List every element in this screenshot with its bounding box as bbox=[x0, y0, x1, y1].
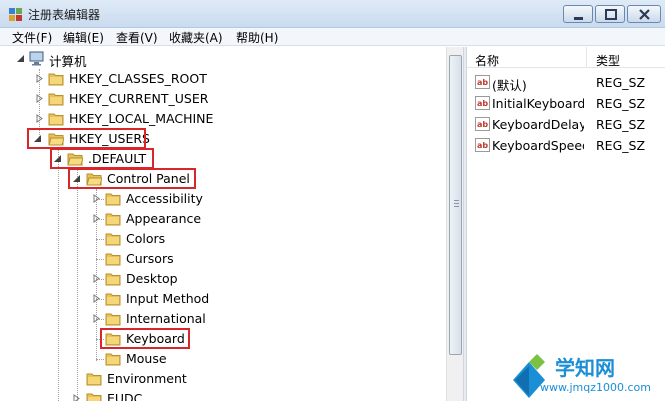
title-bar: 注册表编辑器 bbox=[0, 0, 665, 28]
tree-node-label: Environment bbox=[107, 371, 187, 386]
tree-node-mouse[interactable]: Mouse bbox=[0, 349, 260, 369]
tree-node-label: EUDC bbox=[107, 391, 143, 401]
tree-node-accessibility[interactable]: Accessibility bbox=[0, 189, 260, 209]
scrollbar-thumb[interactable] bbox=[449, 55, 462, 355]
regedit-app-icon bbox=[9, 8, 22, 21]
menu-view[interactable]: 查看(V) bbox=[116, 29, 158, 46]
tree-node-label: Mouse bbox=[126, 351, 167, 366]
collapsed-arrow-icon[interactable] bbox=[92, 294, 101, 303]
value-row[interactable]: ab KeyboardDelay REG_SZ bbox=[467, 114, 665, 135]
highlight-box-keyboard bbox=[100, 328, 190, 349]
value-type: REG_SZ bbox=[596, 96, 646, 111]
folder-icon bbox=[105, 193, 121, 206]
highlight-box-hkey-users bbox=[27, 128, 146, 149]
close-icon bbox=[639, 9, 650, 20]
folder-icon bbox=[86, 373, 102, 386]
collapsed-arrow-icon[interactable] bbox=[35, 114, 44, 123]
tree-node-desktop[interactable]: Desktop bbox=[0, 269, 260, 289]
menu-file[interactable]: 文件(F) bbox=[12, 29, 52, 46]
folder-icon bbox=[105, 253, 121, 266]
collapsed-arrow-icon[interactable] bbox=[92, 214, 101, 223]
tree-node-international[interactable]: International bbox=[0, 309, 260, 329]
tree-node-computer[interactable]: 计算机 bbox=[0, 49, 200, 69]
value-row[interactable]: ab (默认) REG_SZ bbox=[467, 72, 665, 93]
tree-node-appearance[interactable]: Appearance bbox=[0, 209, 260, 229]
expanded-arrow-icon[interactable] bbox=[16, 54, 25, 63]
tree-node-label: Cursors bbox=[126, 251, 174, 266]
tree-node-label: Appearance bbox=[126, 211, 202, 226]
value-name: KeyboardDelay bbox=[492, 117, 584, 132]
minimize-icon bbox=[574, 17, 583, 20]
collapsed-arrow-icon[interactable] bbox=[92, 194, 101, 203]
tree-node-label: Desktop bbox=[126, 271, 178, 286]
tree-node-label: 计算机 bbox=[49, 54, 87, 69]
menu-help[interactable]: 帮助(H) bbox=[236, 29, 278, 46]
folder-icon bbox=[105, 233, 121, 246]
tree-node-eudc[interactable]: EUDC bbox=[0, 389, 260, 401]
registry-tree[interactable]: 计算机 HKEY_CLASSES_ROOT HKEY_CURRENT_USER … bbox=[0, 47, 446, 401]
folder-icon bbox=[48, 73, 64, 86]
value-name: KeyboardSpeed bbox=[492, 138, 584, 153]
folder-icon bbox=[48, 113, 64, 126]
tree-node-label: HKEY_CLASSES_ROOT bbox=[69, 71, 207, 86]
tree-node-colors[interactable]: Colors bbox=[0, 229, 260, 249]
string-value-icon: ab bbox=[475, 138, 490, 152]
value-type: REG_SZ bbox=[596, 117, 646, 132]
collapsed-arrow-icon[interactable] bbox=[35, 74, 44, 83]
svg-text:ab: ab bbox=[477, 99, 488, 108]
computer-icon bbox=[29, 51, 44, 66]
column-header-type[interactable]: 类型 bbox=[587, 47, 665, 68]
tree-node-input-method[interactable]: Input Method bbox=[0, 289, 260, 309]
value-type: REG_SZ bbox=[596, 138, 646, 153]
scrollbar-grip bbox=[454, 200, 459, 201]
tree-node-cursors[interactable]: Cursors bbox=[0, 249, 260, 269]
tree-node-label: Colors bbox=[126, 231, 166, 246]
highlight-box-default bbox=[50, 148, 154, 169]
svg-text:ab: ab bbox=[477, 78, 488, 87]
tree-node-label: Input Method bbox=[126, 291, 210, 306]
column-header-name[interactable]: 名称 bbox=[467, 47, 587, 68]
menu-favorites[interactable]: 收藏夹(A) bbox=[169, 29, 223, 46]
value-name: (默认) bbox=[492, 78, 527, 93]
collapsed-arrow-icon[interactable] bbox=[92, 314, 101, 323]
collapsed-arrow-icon[interactable] bbox=[35, 94, 44, 103]
string-value-icon: ab bbox=[475, 75, 490, 89]
maximize-button[interactable] bbox=[595, 5, 625, 23]
svg-text:ab: ab bbox=[477, 141, 488, 150]
minimize-button[interactable] bbox=[563, 5, 593, 23]
value-name: InitialKeyboardIndicators bbox=[492, 96, 584, 111]
tree-node-environment[interactable]: Environment bbox=[0, 369, 260, 389]
value-row[interactable]: ab KeyboardSpeed REG_SZ bbox=[467, 135, 665, 156]
svg-text:ab: ab bbox=[477, 120, 488, 129]
folder-icon bbox=[105, 293, 121, 306]
string-value-icon: ab bbox=[475, 96, 490, 110]
folder-icon bbox=[105, 313, 121, 326]
tree-node-label: HKEY_CURRENT_USER bbox=[69, 91, 209, 106]
tree-node-hkey-classes-root[interactable]: HKEY_CLASSES_ROOT bbox=[0, 69, 260, 89]
tree-node-hkey-local-machine[interactable]: HKEY_LOCAL_MACHINE bbox=[0, 109, 260, 129]
tree-node-hkey-current-user[interactable]: HKEY_CURRENT_USER bbox=[0, 89, 260, 109]
value-type: REG_SZ bbox=[596, 75, 646, 90]
folder-icon bbox=[105, 213, 121, 226]
watermark-url: www.jmqz1000.com bbox=[540, 381, 651, 394]
menu-edit[interactable]: 编辑(E) bbox=[63, 29, 104, 46]
maximize-icon bbox=[605, 9, 617, 20]
close-button[interactable] bbox=[627, 5, 661, 23]
tree-node-label: International bbox=[126, 311, 206, 326]
folder-icon bbox=[105, 273, 121, 286]
string-value-icon: ab bbox=[475, 117, 490, 131]
collapsed-arrow-icon[interactable] bbox=[72, 394, 81, 401]
tree-vertical-scrollbar[interactable] bbox=[446, 47, 463, 401]
tree-node-label: Accessibility bbox=[126, 191, 203, 206]
menu-bar: 文件(F) 编辑(E) 查看(V) 收藏夹(A) 帮助(H) bbox=[0, 28, 665, 46]
folder-icon bbox=[48, 93, 64, 106]
value-row[interactable]: ab InitialKeyboardIndicators REG_SZ bbox=[467, 93, 665, 114]
window-title: 注册表编辑器 bbox=[28, 8, 101, 22]
watermark-brand: 学知网 bbox=[555, 356, 615, 380]
folder-icon bbox=[105, 353, 121, 366]
folder-icon bbox=[86, 393, 102, 401]
highlight-box-control-panel bbox=[68, 168, 196, 189]
tree-node-label: HKEY_LOCAL_MACHINE bbox=[69, 111, 214, 126]
collapsed-arrow-icon[interactable] bbox=[92, 274, 101, 283]
